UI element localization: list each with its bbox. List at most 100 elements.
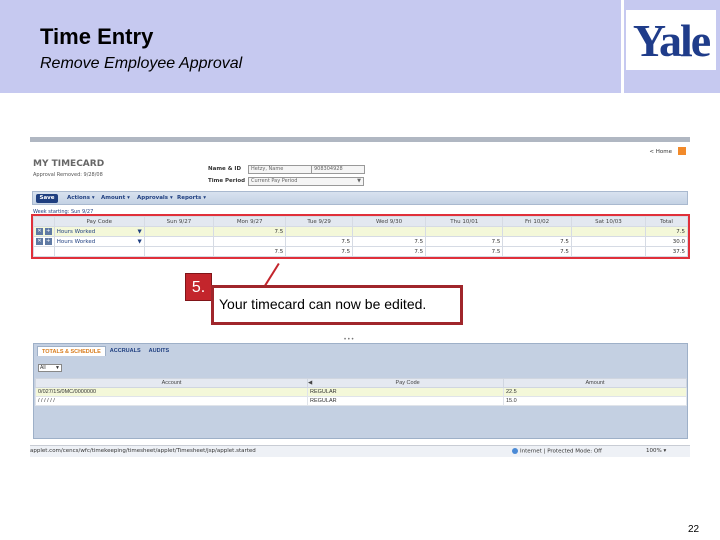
save-button[interactable]: Save <box>36 194 58 203</box>
period-value: Current Pay Period <box>251 178 298 184</box>
amount-menu[interactable]: Amount ▾ <box>101 195 130 201</box>
col-header: Pay Code <box>53 216 145 227</box>
table-row: / / / / / / REGULAR 15.0 <box>35 396 687 406</box>
zoom-level[interactable]: 100% ▾ <box>646 448 666 454</box>
hours-cell[interactable]: 7.5 <box>285 236 354 247</box>
yale-logo: Yale <box>626 10 716 70</box>
slide-subtitle: Remove Employee Approval <box>40 55 243 72</box>
tab-audits[interactable]: AUDITS <box>145 346 173 356</box>
row-actions: ✕ + <box>33 226 55 237</box>
amount-cell: 15.0 <box>503 396 687 406</box>
hours-cell[interactable]: 7.5 <box>425 236 504 247</box>
daily-total: 7.5 <box>213 246 287 257</box>
hours-cell[interactable] <box>352 226 427 237</box>
approvals-menu[interactable]: Approvals ▾ <box>137 195 173 201</box>
reports-menu[interactable]: Reports ▾ <box>177 195 206 201</box>
hours-cell[interactable] <box>285 226 354 237</box>
hours-cell[interactable] <box>570 236 647 247</box>
hours-cell[interactable] <box>143 226 215 237</box>
callout-box: Your timecard can now be edited. <box>211 285 463 325</box>
row-total: 30.0 <box>645 236 688 247</box>
browser-status-bar: applet.com/cencs/wfc/timekeeping/timeshe… <box>30 445 690 457</box>
row-actions: ✕ + <box>33 236 55 247</box>
collapse-arrow-icon[interactable]: ◀ <box>308 380 312 386</box>
period-label: Time Period <box>208 178 246 184</box>
globe-icon <box>512 448 518 454</box>
tab-accruals[interactable]: ACCRUALS <box>106 346 145 356</box>
table-row: ✕ + Hours Worked ▼ 7.5 7.5 <box>33 226 688 237</box>
timecard-grid: Pay Code Sun 9/27 Mon 9/27 Tue 9/29 Wed … <box>31 214 690 259</box>
chevron-down-icon: ▼ <box>357 178 361 184</box>
chevron-down-icon: ▼ <box>55 365 60 371</box>
delete-icon[interactable]: ✕ <box>36 228 43 235</box>
table-row: 0/027/1S/0MC/0000000 REGULAR 22.5 <box>35 387 687 397</box>
amount-cell: 22.5 <box>503 387 687 397</box>
header-divider <box>621 0 624 93</box>
filter-select[interactable]: All ▼ <box>38 364 62 372</box>
week-label: Week starting: Sun 9/27 <box>33 209 94 215</box>
period-select[interactable]: Current Pay Period ▼ <box>248 177 364 186</box>
daily-total: 7.5 <box>285 246 354 257</box>
col-header: Sat 10/03 <box>570 216 647 227</box>
row-total: 7.5 <box>645 226 688 237</box>
col-header <box>33 216 55 227</box>
col-header: Amount <box>503 378 687 388</box>
slide-title: Time Entry <box>40 24 154 49</box>
col-header: Fri 10/02 <box>502 216 572 227</box>
grand-total: 37.5 <box>645 246 688 257</box>
col-header: Thu 10/01 <box>425 216 504 227</box>
pay-code-cell: REGULAR <box>307 396 504 406</box>
hours-cell[interactable]: 7.5 <box>352 236 427 247</box>
totals-table: Account ◀ Pay Code Amount 0/027/1S/0MC/00… <box>35 378 687 406</box>
chevron-down-icon: ▼ <box>137 238 142 245</box>
toolbar: Save Actions ▾ Amount ▾ Approvals ▾ Repo… <box>32 191 688 205</box>
add-icon[interactable]: + <box>44 238 52 245</box>
daily-total <box>570 246 647 257</box>
hours-cell[interactable] <box>570 226 647 237</box>
pay-code-cell: REGULAR <box>307 387 504 397</box>
name-label: Name & ID <box>208 166 242 172</box>
hours-cell[interactable] <box>425 226 504 237</box>
security-zone: Internet | Protected Mode: Off <box>512 448 602 455</box>
status-url: applet.com/cencs/wfc/timekeeping/timeshe… <box>30 448 256 454</box>
daily-total: 7.5 <box>502 246 572 257</box>
chevron-down-icon: ▼ <box>137 228 142 235</box>
logo-text: Yale <box>632 14 711 66</box>
home-icon[interactable] <box>678 147 686 155</box>
col-header: Tue 9/29 <box>285 216 354 227</box>
hours-cell[interactable]: 7.5 <box>502 236 572 247</box>
col-header: Sun 9/27 <box>143 216 215 227</box>
home-link[interactable]: < Home <box>649 149 672 155</box>
step-badge: 5. <box>185 273 212 301</box>
totals-row: 7.5 7.5 7.5 7.5 7.5 37.5 <box>33 246 688 257</box>
panel-tabs: TOTALS & SCHEDULE ACCRUALS AUDITS <box>37 346 173 356</box>
id-field[interactable]: 908304928 <box>311 165 365 174</box>
col-header: Mon 9/27 <box>213 216 287 227</box>
approval-status: Approval Removed: 9/28/08 <box>33 172 103 178</box>
timecard-title: MY TIMECARD <box>33 159 105 169</box>
col-header: ◀ Pay Code <box>307 378 504 388</box>
hours-cell[interactable]: 7.5 <box>213 226 287 237</box>
account-cell: / / / / / / <box>35 396 308 406</box>
pay-code-cell[interactable]: Hours Worked ▼ <box>53 236 145 247</box>
delete-icon[interactable]: ✕ <box>36 238 43 245</box>
actions-menu[interactable]: Actions ▾ <box>67 195 95 201</box>
col-header: Total <box>645 216 688 227</box>
hours-cell[interactable] <box>143 236 215 247</box>
tab-totals-schedule[interactable]: TOTALS & SCHEDULE <box>37 346 106 356</box>
daily-total: 7.5 <box>425 246 504 257</box>
account-cell: 0/027/1S/0MC/0000000 <box>35 387 308 397</box>
filter-value: All <box>40 365 46 371</box>
table-row: ✕ + Hours Worked ▼ 7.5 7.5 7.5 7.5 30.0 <box>33 236 688 247</box>
add-icon[interactable]: + <box>44 228 52 235</box>
totals-panel: TOTALS & SCHEDULE ACCRUALS AUDITS All ▼ … <box>33 343 688 439</box>
pay-code-cell[interactable]: Hours Worked ▼ <box>53 226 145 237</box>
hours-cell[interactable] <box>213 236 287 247</box>
hours-cell[interactable] <box>502 226 572 237</box>
col-header: Account <box>35 378 308 388</box>
daily-total: 7.5 <box>352 246 427 257</box>
slide-header: Time Entry Remove Employee Approval Yale <box>0 0 720 93</box>
daily-total <box>143 246 215 257</box>
col-header: Wed 9/30 <box>352 216 427 227</box>
page-number: 22 <box>688 524 700 535</box>
